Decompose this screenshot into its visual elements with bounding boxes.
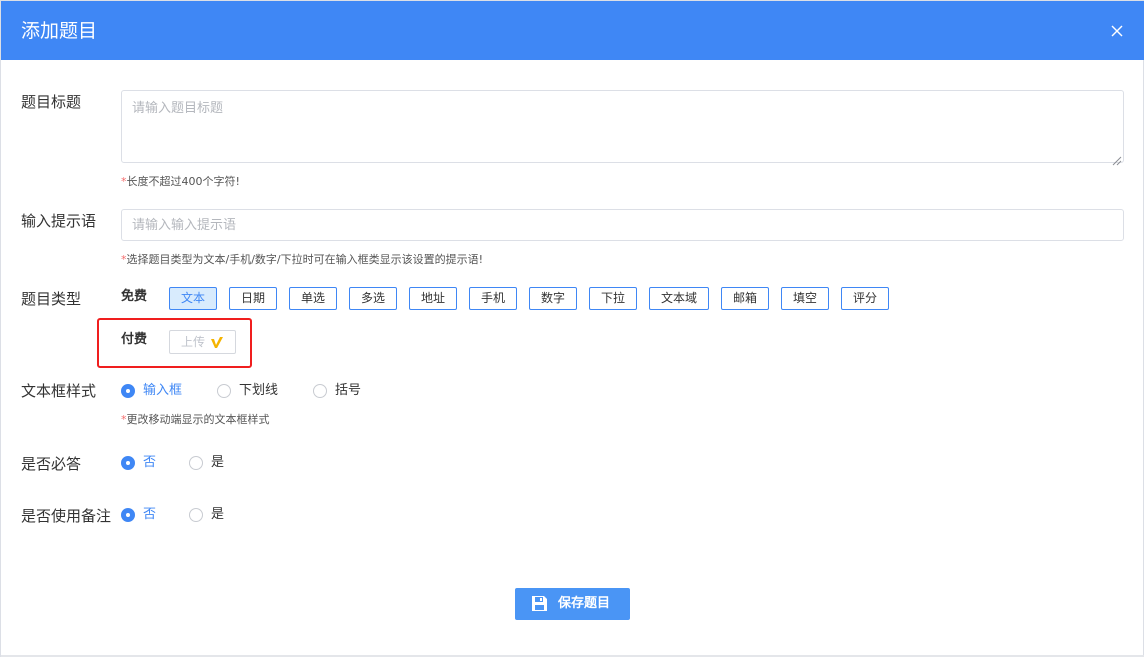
dialog-title: 添加题目 xyxy=(21,20,98,42)
radio-textbox-underline[interactable]: 下划线 xyxy=(217,382,297,400)
add-question-dialog: 添加题目 题目标题 *长度不超过400个字符! 输入提示语 *选择题目类型为文本… xyxy=(0,0,1144,657)
type-button-rating[interactable]: 评分 xyxy=(841,287,889,310)
type-button-fill-blank[interactable]: 填空 xyxy=(781,287,829,310)
radio-label: 是 xyxy=(211,507,225,522)
radio-label: 括号 xyxy=(335,383,362,398)
radio-remark-yes[interactable]: 是 xyxy=(189,506,239,524)
type-button-date[interactable]: 日期 xyxy=(229,287,277,310)
input-hint-field[interactable] xyxy=(121,209,1124,241)
type-button-textarea[interactable]: 文本域 xyxy=(649,287,709,310)
radio-unchecked-icon xyxy=(217,384,231,398)
textbox-style-hint-text: 更改移动端显示的文本框样式 xyxy=(126,413,270,426)
radio-label: 否 xyxy=(143,507,157,522)
paid-types-label: 付费 xyxy=(121,332,148,347)
save-icon xyxy=(531,595,548,612)
free-types-label: 免费 xyxy=(121,289,148,304)
v-badge-icon xyxy=(210,335,224,349)
radio-unchecked-icon xyxy=(189,456,203,470)
radio-label: 否 xyxy=(143,455,157,470)
radio-required-no[interactable]: 否 xyxy=(121,454,171,472)
dialog-header: 添加题目 xyxy=(1,1,1144,60)
resize-grip-icon[interactable] xyxy=(1111,151,1122,166)
required-label: 是否必答 xyxy=(21,455,82,473)
textbox-style-hint: *更改移动端显示的文本框样式 xyxy=(121,412,270,428)
radio-remark-no[interactable]: 否 xyxy=(121,506,171,524)
radio-label: 下划线 xyxy=(239,383,279,398)
type-button-single-choice[interactable]: 单选 xyxy=(289,287,337,310)
radio-checked-icon xyxy=(121,508,135,522)
question-title-hint-text: 长度不超过400个字符! xyxy=(126,175,240,188)
type-button-number[interactable]: 数字 xyxy=(529,287,577,310)
type-button-phone[interactable]: 手机 xyxy=(469,287,517,310)
radio-checked-icon xyxy=(121,384,135,398)
question-type-label: 题目类型 xyxy=(21,290,82,308)
type-button-multi-choice[interactable]: 多选 xyxy=(349,287,397,310)
textbox-style-label: 文本框样式 xyxy=(21,382,97,400)
radio-label: 是 xyxy=(211,455,225,470)
radio-unchecked-icon xyxy=(313,384,327,398)
question-title-hint: *长度不超过400个字符! xyxy=(121,174,240,190)
type-button-address[interactable]: 地址 xyxy=(409,287,457,310)
question-title-label: 题目标题 xyxy=(21,93,82,111)
type-button-email[interactable]: 邮箱 xyxy=(721,287,769,310)
use-remark-label: 是否使用备注 xyxy=(21,507,112,525)
save-question-button[interactable]: 保存题目 xyxy=(515,588,630,620)
upload-button-label: 上传 xyxy=(181,335,206,349)
type-button-upload[interactable]: 上传 xyxy=(169,330,236,354)
question-title-input[interactable] xyxy=(121,90,1124,163)
radio-required-yes[interactable]: 是 xyxy=(189,454,239,472)
input-hint-hint-text: 选择题目类型为文本/手机/数字/下拉时可在输入框类显示该设置的提示语! xyxy=(126,253,484,266)
type-button-dropdown[interactable]: 下拉 xyxy=(589,287,637,310)
type-button-text[interactable]: 文本 xyxy=(169,287,217,310)
save-button-label: 保存题目 xyxy=(558,596,611,611)
close-icon[interactable] xyxy=(1107,21,1127,41)
input-hint-hint: *选择题目类型为文本/手机/数字/下拉时可在输入框类显示该设置的提示语! xyxy=(121,252,483,268)
radio-textbox-brackets[interactable]: 括号 xyxy=(313,382,373,400)
radio-textbox-input[interactable]: 输入框 xyxy=(121,382,201,400)
radio-unchecked-icon xyxy=(189,508,203,522)
radio-label: 输入框 xyxy=(143,383,183,398)
input-hint-label: 输入提示语 xyxy=(21,212,97,230)
radio-checked-icon xyxy=(121,456,135,470)
